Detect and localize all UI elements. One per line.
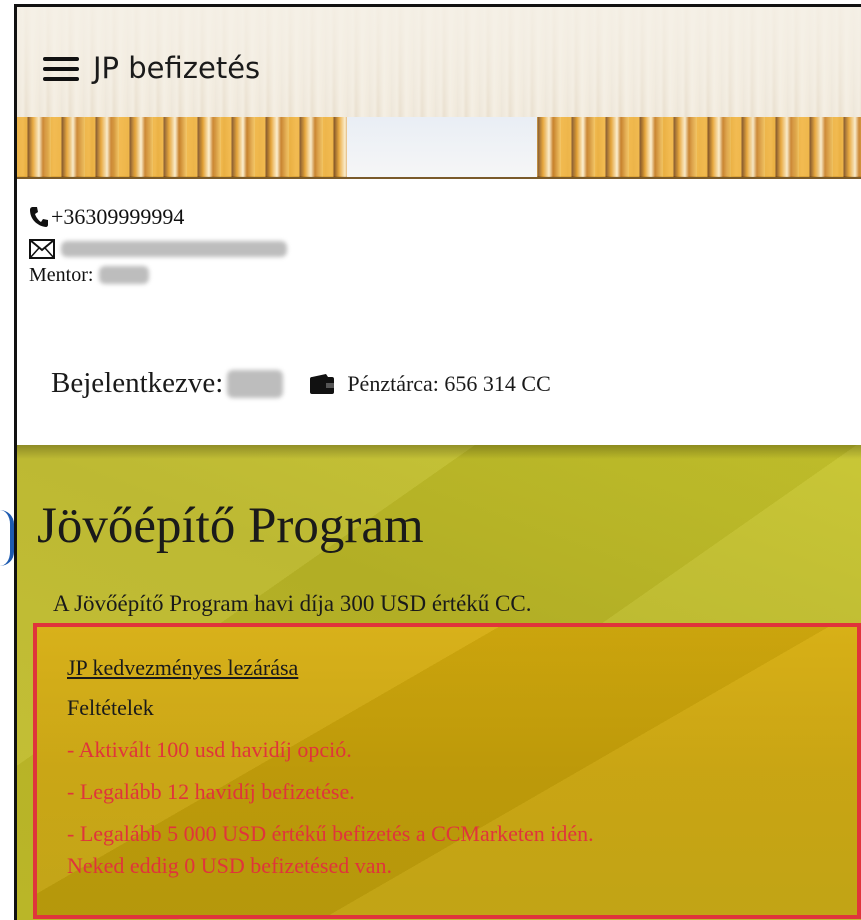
mentor-redacted (99, 266, 150, 284)
phone-row: +36309999994 (29, 201, 287, 233)
phone-icon (30, 207, 48, 227)
wallet-balance: Pénztárca: 656 314 CC (347, 370, 551, 396)
conditions-heading: Feltételek (67, 695, 154, 720)
program-description: A Jövőépítő Program havi díja 300 USD ér… (53, 591, 532, 616)
email-row (29, 233, 287, 265)
phone-number: +36309999994 (51, 203, 185, 229)
hamburger-menu-icon[interactable] (43, 57, 79, 81)
app-frame: JP befizetés +36309999994 Mentor: Bejele… (14, 4, 861, 920)
header-banner: JP befizetés (17, 7, 861, 179)
jp-discount-close-link[interactable]: JP kedvezményes lezárása (67, 655, 298, 681)
conditions-box: JP kedvezményes lezárása Feltételek - Ak… (33, 623, 861, 919)
username-redacted (227, 369, 284, 398)
payment-status-note: Neked eddig 0 USD befizetésed van. (67, 853, 393, 878)
condition-item: - Legalább 5 000 USD értékű befizetés a … (67, 821, 594, 846)
page-title: JP befizetés (93, 51, 261, 85)
mentor-row: Mentor: (29, 263, 287, 287)
status-bar: Bejelentkezve: Pénztárca: 656 314 CC (51, 367, 551, 400)
left-edge-mark (0, 510, 14, 566)
logged-in-label: Bejelentkezve: (51, 367, 224, 399)
mail-icon (29, 239, 55, 259)
mentor-label: Mentor: (29, 264, 94, 286)
condition-item: - Legalább 12 havidíj befizetése. (67, 779, 355, 804)
contact-info: +36309999994 Mentor: (29, 201, 287, 287)
wallet-icon (310, 373, 335, 394)
condition-item: - Aktivált 100 usd havidíj opció. (67, 737, 352, 762)
email-redacted (61, 241, 287, 257)
program-title: Jövőépítő Program (37, 498, 424, 554)
program-section: Jövőépítő Program A Jövőépítő Program ha… (17, 445, 861, 920)
